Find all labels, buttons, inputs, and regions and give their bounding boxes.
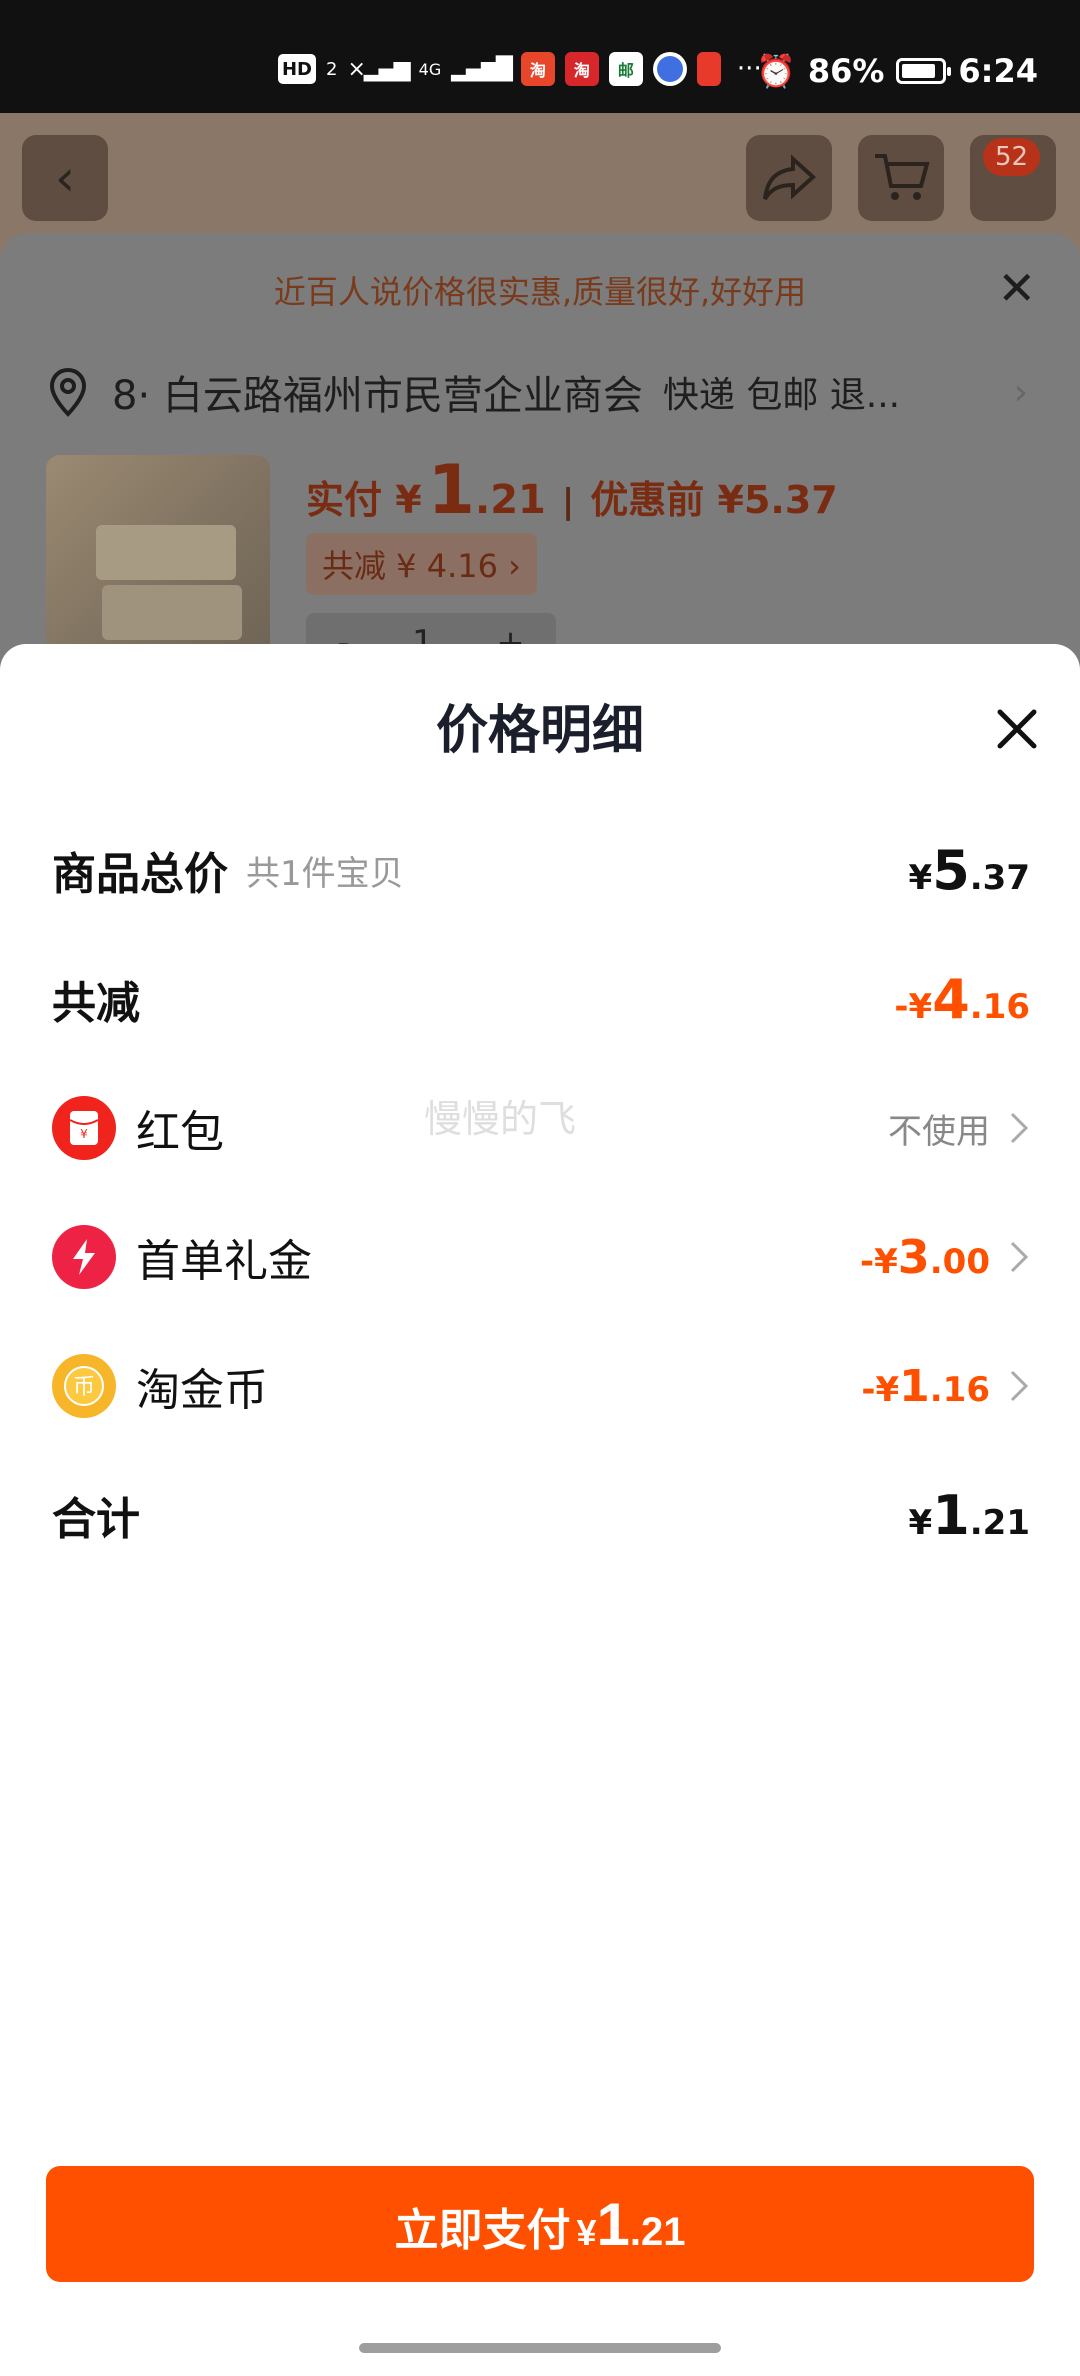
back-button[interactable]: ‹ — [22, 135, 108, 221]
red-packet-value: 不使用 — [888, 1104, 1030, 1153]
price-int: 5 — [932, 838, 970, 902]
currency: ¥ — [908, 857, 933, 898]
taojin-coin-label: 淘金币 — [136, 1365, 268, 1416]
reduce-label: 共减 — [52, 978, 140, 1029]
sum-row: 合计 ¥ 1 .21 — [52, 1475, 1030, 1555]
actual-price-int: 1 — [427, 451, 475, 530]
price-dec: .00 — [929, 1242, 990, 1282]
address-chevron-icon: › — [1013, 371, 1028, 413]
pay-dec: .21 — [629, 2210, 686, 2254]
lightning-icon — [52, 1225, 116, 1289]
location-pin-icon — [49, 367, 87, 417]
actual-price-dec: .21 — [475, 477, 546, 523]
hd-icon: HD — [278, 54, 316, 84]
chevron-right-icon — [1010, 1370, 1029, 1402]
review-tip: 近百人说价格很实惠,质量很好,好好用 — [273, 273, 807, 311]
battery-icon — [896, 58, 952, 84]
total-price-label: 商品总价 — [52, 849, 228, 900]
share-icon — [763, 154, 816, 201]
svg-text:币: 币 — [73, 1375, 95, 1400]
taojin-coin-value: -¥ 1 .16 — [861, 1361, 1030, 1412]
signal-icon: ×▂▄▆ — [347, 56, 410, 82]
reduce-row: 共减 -¥ 4 .16 — [52, 959, 1030, 1039]
sum-label: 合计 — [52, 1494, 140, 1545]
price-int: 3 — [897, 1230, 930, 1284]
sheet-title: 价格明细 — [435, 701, 644, 761]
taobao-app-icon-2: 淘 — [564, 52, 599, 86]
red-packet-app-icon — [696, 52, 721, 86]
cart-badge: 52 — [983, 138, 1041, 176]
share-button[interactable] — [746, 135, 832, 221]
currency: -¥ — [861, 1369, 900, 1410]
price-dec: .16 — [929, 1369, 990, 1410]
currency: ¥ — [908, 1502, 933, 1543]
currency: -¥ — [894, 986, 933, 1027]
currency: -¥ — [859, 1242, 898, 1282]
chevron-right-icon — [1010, 1112, 1029, 1144]
reduce-value: -¥ 4 .16 — [894, 968, 1030, 1031]
home-indicator[interactable] — [359, 2343, 721, 2353]
svg-text:¥: ¥ — [80, 1127, 88, 1141]
price-dec: .37 — [969, 857, 1030, 898]
first-order-gift-row[interactable]: 首单礼金 -¥ 3 .00 — [52, 1217, 1030, 1297]
post-app-icon: 邮 — [608, 52, 643, 86]
reduce-tag[interactable]: 共减 ¥ 4.16 › — [306, 533, 537, 595]
currency: ¥ — [576, 2212, 597, 2253]
chevron-right-icon — [1010, 1241, 1029, 1273]
price-detail-sheet: 价格明细 商品总价 共1件宝贝 ¥ 5 .37 共减 -¥ 4 .16 ¥ 红包… — [0, 644, 1080, 2376]
sum-value: ¥ 1 .21 — [909, 1484, 1030, 1547]
price-int: 4 — [932, 967, 970, 1031]
alarm-icon: ⏰ — [755, 52, 796, 90]
battery-fill — [902, 64, 936, 78]
order-sheet-close-icon[interactable]: ✕ — [997, 261, 1036, 315]
price-int: 1 — [899, 1360, 930, 1412]
total-price-row: 商品总价 共1件宝贝 ¥ 5 .37 — [52, 830, 1030, 910]
sim-label: 2 — [326, 58, 338, 80]
status-icons-left: HD 2 ×▂▄▆ 4G ▂▄▆█ 淘 淘 邮 ··· — [278, 52, 762, 86]
close-icon[interactable] — [994, 706, 1040, 752]
actual-price: 实付 ¥ 1 .21 | 优惠前 ¥5.37 — [306, 451, 838, 530]
address-text: 8· 白云路福州市民营企业商会 — [112, 373, 643, 419]
browser-app-icon — [652, 52, 687, 86]
pay-now-label: 立即支付 — [394, 2206, 571, 2255]
pay-int: 1 — [596, 2191, 630, 2258]
first-order-gift-value: -¥ 3 .00 — [860, 1230, 1030, 1284]
status-bar: HD 2 ×▂▄▆ 4G ▂▄▆█ 淘 淘 邮 ··· ⏰ 86% 6:24 — [0, 0, 1080, 113]
price-separator: | — [561, 482, 575, 522]
red-packet-status: 不使用 — [888, 1111, 990, 1152]
taobao-app-icon: 淘 — [520, 52, 555, 86]
cart-icon — [875, 154, 930, 200]
price-dec: .16 — [969, 986, 1030, 1027]
cart-button[interactable] — [858, 135, 944, 221]
delivery-info: 快递 包邮 退... — [662, 375, 901, 416]
red-packet-label: 红包 — [136, 1107, 224, 1158]
status-icons-right: ⏰ 86% 6:24 — [756, 52, 1038, 90]
product-thumbnail — [46, 455, 270, 675]
address-row[interactable]: 8· 白云路福州市民营企业商会 快递 包邮 退... › — [48, 363, 1028, 421]
item-count: 共1件宝贝 — [246, 853, 404, 894]
red-packet-icon: ¥ — [52, 1096, 116, 1160]
actual-price-label: 实付 ¥ — [306, 478, 422, 522]
watermark-text: 慢慢的飞 — [424, 1097, 577, 1141]
coin-icon: 币 — [52, 1354, 116, 1418]
price-dec: .21 — [969, 1502, 1030, 1543]
original-price: 优惠前 ¥5.37 — [590, 478, 838, 522]
network-label: 4G — [418, 59, 442, 79]
taojin-coin-row[interactable]: 币 淘金币 -¥ 1 .16 — [52, 1346, 1030, 1426]
pay-now-button[interactable]: 立即支付 ¥ 1 .21 — [46, 2166, 1034, 2282]
battery-percent: 86% — [807, 52, 885, 90]
price-int: 1 — [932, 1483, 970, 1547]
first-order-gift-label: 首单礼金 — [136, 1236, 312, 1287]
signal-icon-2: ▂▄▆█ — [451, 56, 513, 82]
clock: 6:24 — [958, 52, 1038, 90]
total-price-value: ¥ 5 .37 — [909, 839, 1030, 902]
